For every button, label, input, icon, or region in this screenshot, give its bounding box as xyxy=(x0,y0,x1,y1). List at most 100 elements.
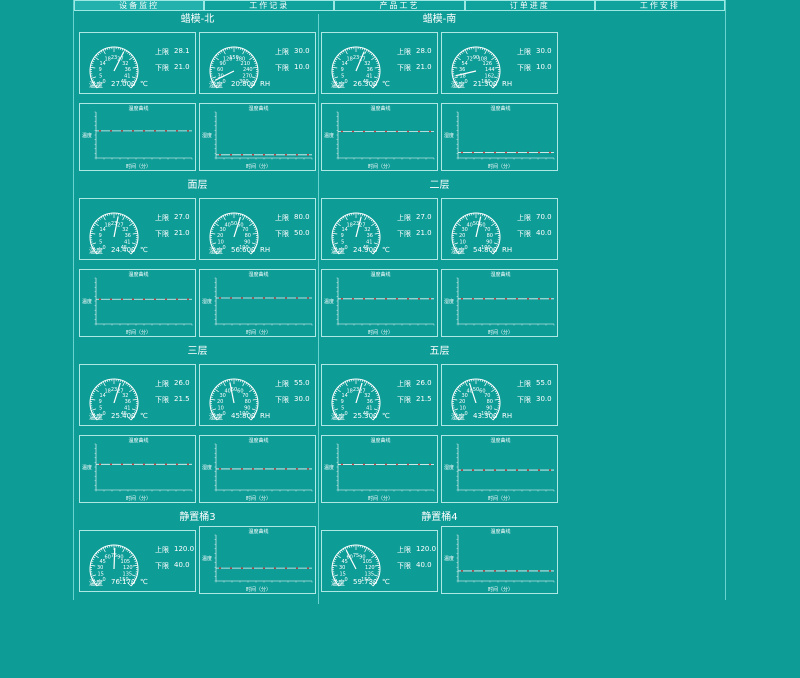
upper-limit-value: 30.0 xyxy=(536,47,552,55)
gauge-tick xyxy=(335,225,337,226)
gauge-tick xyxy=(467,381,468,383)
gauge-tick xyxy=(98,220,99,221)
gauge-tick-label: 9 xyxy=(341,399,344,405)
series-point xyxy=(230,468,232,470)
lower-limit-label: 下限 xyxy=(397,561,411,571)
y-axis-label: 湿度 xyxy=(202,132,212,139)
tab-4[interactable]: 工作安排 xyxy=(595,0,725,11)
gauge-tick xyxy=(225,215,226,217)
tab-3[interactable]: 订单进度 xyxy=(465,0,595,11)
unit-label: RH xyxy=(502,412,512,420)
gauge-tick xyxy=(364,49,365,51)
gauge-tick-label: 9 xyxy=(99,399,102,405)
gauge-tick xyxy=(133,565,138,566)
gauge-tick-label: 80 xyxy=(487,233,493,239)
gauge-tick xyxy=(461,52,462,54)
gauge-tick xyxy=(338,221,340,222)
tab-1[interactable]: 工作记录 xyxy=(204,0,334,11)
gauge-tick xyxy=(494,243,499,245)
gauge-tick xyxy=(337,223,341,226)
section-5: 五层0591418232732364145温度25.300℃上限26.0下限21… xyxy=(321,346,558,512)
gauge-tick xyxy=(95,223,99,226)
lower-limit-label: 下限 xyxy=(155,395,169,405)
gauge-tick xyxy=(496,61,498,62)
series-point xyxy=(165,298,167,300)
gauge-tick xyxy=(373,55,375,56)
gauge-tick xyxy=(91,77,96,79)
humidity-curve-chart: 湿度曲线时间（分）湿度 xyxy=(441,103,558,171)
gauge-tick xyxy=(213,59,215,60)
gauge-tick xyxy=(133,399,138,400)
gauge-tick xyxy=(375,557,377,558)
lower-limit-label: 下限 xyxy=(155,561,169,571)
tab-0[interactable]: 设备监控 xyxy=(74,0,204,11)
gauge-tick xyxy=(129,389,133,392)
series-point xyxy=(121,130,123,132)
gauge-tick xyxy=(489,52,490,54)
gauge-tick-label: 5 xyxy=(99,239,102,245)
gauge-tick xyxy=(377,229,379,230)
y-axis-label: 湿度 xyxy=(202,298,212,305)
gauge-tick xyxy=(373,553,375,554)
series-point xyxy=(461,570,463,572)
upper-limit-label: 上限 xyxy=(275,47,289,57)
humidity-value: 45.800 xyxy=(231,412,256,420)
gauge-tick xyxy=(252,77,257,79)
gauge-tick xyxy=(210,233,215,234)
gauge-tick xyxy=(95,555,99,558)
humidity-gauge: 0102030405060708090100湿度45.800RH上限55.0下限… xyxy=(199,364,316,426)
gauge-tick xyxy=(463,217,464,219)
gauge-tick xyxy=(90,565,95,566)
gauge-tick xyxy=(129,57,133,60)
lower-limit-label: 下限 xyxy=(155,229,169,239)
series-point xyxy=(505,570,507,572)
gauge-tick xyxy=(105,49,106,51)
gauge-tick xyxy=(377,561,379,562)
gauge-tick xyxy=(246,217,247,219)
gauge-tick xyxy=(215,389,219,392)
series-point xyxy=(516,469,518,471)
x-axis-label: 时间（分） xyxy=(80,163,197,170)
gauge-tick xyxy=(343,549,344,551)
gauge-tick xyxy=(332,233,337,234)
gauge-tick xyxy=(375,59,377,60)
gauge-tick xyxy=(465,50,467,54)
series-point xyxy=(285,154,287,156)
gauge-tick-label: 15 xyxy=(339,571,345,577)
gauge-tick xyxy=(369,384,370,386)
gauge-tick xyxy=(491,389,495,392)
series-point xyxy=(252,154,254,156)
x-axis-label: 时间（分） xyxy=(80,329,197,336)
series-point xyxy=(418,464,420,466)
series-point xyxy=(505,469,507,471)
series-point xyxy=(385,298,387,300)
y-axis-label: 温度 xyxy=(444,555,454,562)
series-point xyxy=(483,469,485,471)
gauge-tick xyxy=(485,382,487,386)
series-point xyxy=(374,464,376,466)
gauge-tick xyxy=(129,223,133,226)
gauge-tick xyxy=(91,395,93,396)
gauge-tick xyxy=(497,395,499,396)
gauge-tick xyxy=(93,391,95,392)
tab-2[interactable]: 产品工艺 xyxy=(334,0,464,11)
series-point xyxy=(219,154,221,156)
gauge-tick xyxy=(343,51,344,53)
gauge-tick xyxy=(127,52,128,54)
gauge-tick xyxy=(132,409,137,411)
upper-limit-label: 上限 xyxy=(155,379,169,389)
gauge-tick xyxy=(90,67,95,68)
temperature-value: 24.400 xyxy=(111,246,136,254)
series-point xyxy=(143,463,145,465)
gauge-tick xyxy=(375,391,377,392)
gauge-tick xyxy=(489,218,490,220)
gauge-tick xyxy=(491,220,492,221)
unit-label: RH xyxy=(260,246,270,254)
series-point xyxy=(230,297,232,299)
gauge-tick-label: 10 xyxy=(459,405,465,411)
series-point xyxy=(516,152,518,154)
temperature-value: 24.900 xyxy=(353,246,378,254)
gauge-tick xyxy=(133,233,138,234)
unit-label: ℃ xyxy=(140,578,148,586)
gauge-tick xyxy=(105,215,106,217)
